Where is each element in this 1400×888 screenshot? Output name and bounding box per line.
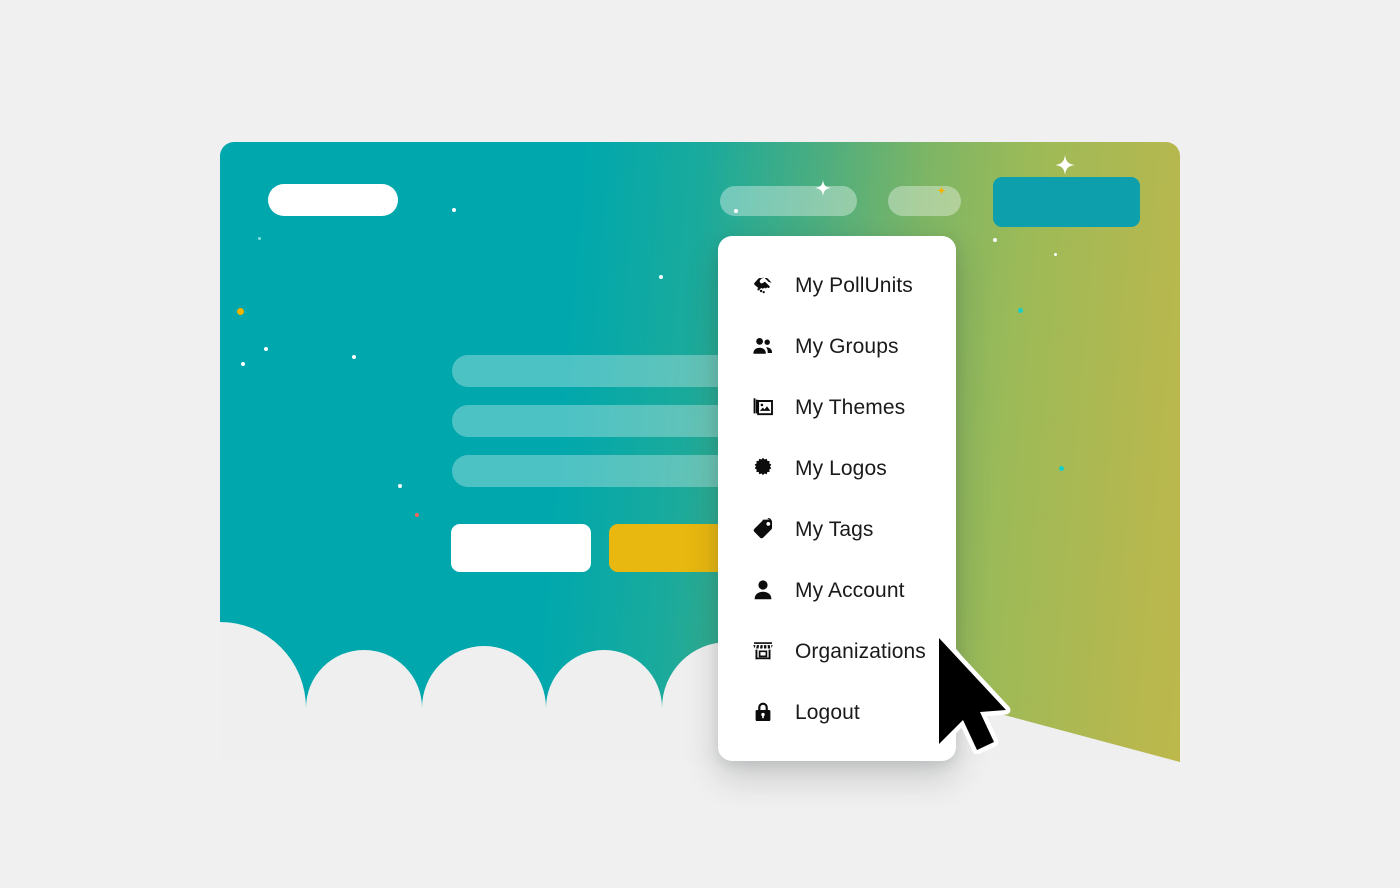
nav-item-placeholder-1[interactable]: [720, 186, 857, 216]
tag-icon: [750, 516, 776, 542]
menu-item-label: My Account: [795, 578, 905, 602]
menu-item-label: My Themes: [795, 395, 906, 419]
decorative-speck: [993, 238, 997, 242]
decorative-speck: [452, 208, 456, 212]
decorative-speck: [659, 275, 663, 279]
decorative-speck: [264, 347, 268, 351]
decorative-speck: [352, 355, 356, 359]
decorative-speck: [1018, 308, 1023, 313]
menu-item-organizations[interactable]: Organizations: [718, 628, 956, 674]
menu-item-my-groups[interactable]: My Groups: [718, 323, 956, 369]
menu-item-label: Logout: [795, 700, 860, 724]
decorative-speck: [237, 308, 244, 315]
screenshot-root: My PollUnits My Groups My Themes My Logo…: [0, 0, 1400, 888]
menu-item-logout[interactable]: Logout: [718, 689, 956, 735]
menu-item-my-pollunits[interactable]: My PollUnits: [718, 262, 956, 308]
store-icon: [750, 638, 776, 664]
nav-cta-button[interactable]: [993, 177, 1140, 227]
menu-item-my-tags[interactable]: My Tags: [718, 506, 956, 552]
nav-item-placeholder-2[interactable]: [888, 186, 961, 216]
menu-item-label: My PollUnits: [795, 273, 913, 297]
decorative-speck: [1059, 466, 1064, 471]
menu-item-my-account[interactable]: My Account: [718, 567, 956, 613]
users-icon: [750, 333, 776, 359]
decorative-speck: [258, 237, 261, 240]
menu-item-label: My Logos: [795, 456, 887, 480]
app-window-preview: [220, 142, 1180, 762]
handshake-icon: [750, 272, 776, 298]
decorative-speck: [398, 484, 402, 488]
menu-item-label: My Groups: [795, 334, 899, 358]
decorative-speck: [415, 513, 419, 517]
sparkle-icon: [1055, 155, 1075, 175]
lock-icon: [750, 699, 776, 725]
menu-item-my-logos[interactable]: My Logos: [718, 445, 956, 491]
menu-item-my-themes[interactable]: My Themes: [718, 384, 956, 430]
images-icon: [750, 394, 776, 420]
user-icon: [750, 577, 776, 603]
secondary-button[interactable]: [451, 524, 591, 572]
decorative-speck: [241, 362, 245, 366]
logo-placeholder[interactable]: [268, 184, 398, 216]
badge-icon: [750, 455, 776, 481]
account-dropdown-menu[interactable]: My PollUnits My Groups My Themes My Logo…: [718, 236, 956, 761]
menu-item-label: My Tags: [795, 517, 874, 541]
decorative-speck: [1054, 253, 1057, 256]
menu-item-label: Organizations: [795, 639, 926, 663]
